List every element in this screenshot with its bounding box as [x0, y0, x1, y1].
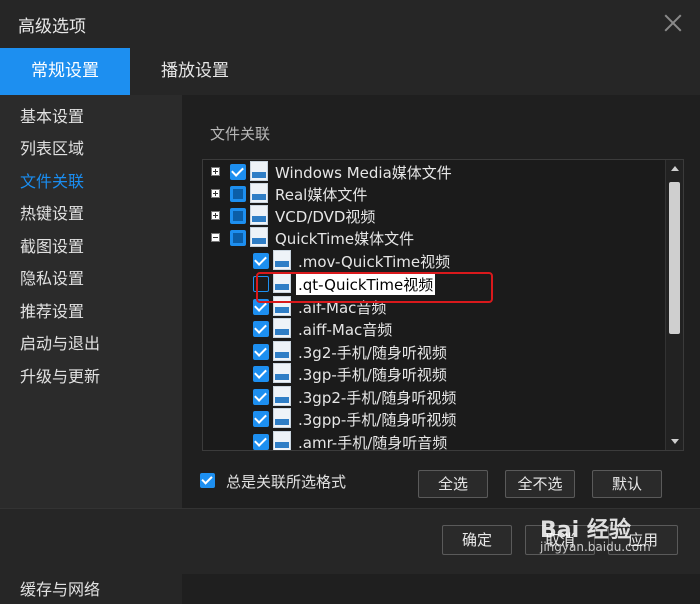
tab-bar: 常规设置 播放设置 [0, 48, 700, 95]
file-type-icon [273, 386, 291, 406]
tree-item-label: Windows Media媒体文件 [275, 164, 452, 182]
expand-icon[interactable] [211, 211, 220, 220]
apply-button[interactable]: 应用 [608, 525, 678, 555]
tree-item-real[interactable]: Real媒体文件 [203, 183, 663, 205]
sidebar-item-startup-exit[interactable]: 启动与退出 [20, 330, 100, 354]
tab-playback-settings[interactable]: 播放设置 [130, 48, 260, 95]
scroll-thumb[interactable] [669, 182, 680, 334]
checkbox[interactable] [253, 434, 269, 450]
sidebar-item-basic[interactable]: 基本设置 [20, 103, 84, 127]
tree-item-qt[interactable]: .qt-QuickTime视频 [203, 273, 663, 295]
tree-item-aiff[interactable]: .aiff-Mac音频 [203, 318, 663, 340]
checkbox[interactable] [253, 344, 269, 360]
checkbox[interactable] [230, 230, 246, 246]
main-panel: 文件关联 Windows Media媒体文件 Real媒体文件 VCD/DVD视… [182, 95, 700, 508]
title-bar: 高级选项 [0, 0, 700, 48]
file-type-icon [250, 161, 268, 181]
tree-item-label: .3gp2-手机/随身听视频 [298, 389, 457, 407]
close-icon[interactable] [662, 12, 684, 34]
tree-item-label: .aif-Mac音频 [298, 299, 387, 317]
tree-item-vcd-dvd[interactable]: VCD/DVD视频 [203, 205, 663, 227]
file-type-icon [250, 205, 268, 225]
tree-item-3gp[interactable]: .3gp-手机/随身听视频 [203, 363, 663, 385]
always-associate-label: 总是关联所选格式 [226, 473, 347, 491]
dialog-footer: 确定 取消 应用 [0, 508, 700, 574]
file-type-icon [273, 431, 291, 450]
tree-item-label: .amr-手机/随身听音频 [298, 434, 448, 451]
tree-item-quicktime[interactable]: QuickTime媒体文件 [203, 227, 663, 249]
checkbox[interactable] [253, 389, 269, 405]
file-type-icon [273, 408, 291, 428]
sidebar-item-recommend[interactable]: 推荐设置 [20, 298, 84, 322]
sidebar-item-upgrade[interactable]: 升级与更新 [20, 363, 100, 387]
tree-item-label: .3gpp-手机/随身听视频 [298, 411, 457, 429]
tree-item-3gp2[interactable]: .3gp2-手机/随身听视频 [203, 386, 663, 408]
tree-item-windows-media[interactable]: Windows Media媒体文件 [203, 161, 663, 183]
tree-item-aif[interactable]: .aif-Mac音频 [203, 296, 663, 318]
file-type-icon [250, 227, 268, 247]
window-title: 高级选项 [18, 17, 86, 37]
file-type-icon [273, 250, 291, 270]
always-associate-checkbox[interactable] [200, 473, 215, 488]
checkbox[interactable] [253, 321, 269, 337]
vertical-scrollbar[interactable] [665, 160, 683, 450]
tree-item-3gpp[interactable]: .3gpp-手机/随身听视频 [203, 408, 663, 430]
checkbox[interactable] [253, 253, 269, 269]
sidebar-item-label: 缓存与网络 [20, 580, 101, 599]
section-title: 文件关联 [210, 125, 271, 143]
ok-button[interactable]: 确定 [442, 525, 512, 555]
tree-item-label: Real媒体文件 [275, 186, 368, 204]
tree-item-label: .qt-QuickTime视频 [296, 274, 436, 295]
cancel-button[interactable]: 取消 [525, 525, 595, 555]
checkbox[interactable] [230, 164, 246, 180]
checkbox[interactable] [253, 366, 269, 382]
sidebar: 基本设置 列表区域 文件关联 热键设置 截图设置 隐私设置 推荐设置 启动与退出… [0, 95, 182, 604]
file-type-icon [273, 318, 291, 338]
expand-icon[interactable] [211, 189, 220, 198]
file-association-tree[interactable]: Windows Media媒体文件 Real媒体文件 VCD/DVD视频 Qui… [202, 159, 684, 451]
tree-item-label: .mov-QuickTime视频 [298, 253, 451, 271]
tree-item-label: .aiff-Mac音频 [298, 321, 393, 339]
sidebar-item-privacy[interactable]: 隐私设置 [20, 265, 84, 289]
tree-item-mov[interactable]: .mov-QuickTime视频 [203, 250, 663, 272]
file-type-icon [250, 183, 268, 203]
checkbox[interactable] [253, 276, 269, 292]
sidebar-item-cache-network[interactable]: 缓存与网络 [0, 569, 182, 604]
checkbox[interactable] [253, 299, 269, 315]
sidebar-item-hotkeys[interactable]: 热键设置 [20, 200, 84, 224]
tree-item-label: VCD/DVD视频 [275, 208, 376, 226]
collapse-icon[interactable] [211, 233, 220, 242]
tree-item-3g2[interactable]: .3g2-手机/随身听视频 [203, 341, 663, 363]
tree-item-label: QuickTime媒体文件 [275, 230, 415, 248]
tree-item-amr[interactable]: .amr-手机/随身听音频 [203, 431, 663, 451]
file-type-icon [273, 296, 291, 316]
scroll-up-icon[interactable] [671, 166, 679, 171]
default-button[interactable]: 默认 [592, 470, 662, 498]
tree-item-label: .3g2-手机/随身听视频 [298, 344, 447, 362]
select-none-button[interactable]: 全不选 [505, 470, 575, 498]
sidebar-item-file-association[interactable]: 文件关联 [20, 168, 84, 192]
file-type-icon [273, 341, 291, 361]
file-type-icon [273, 363, 291, 383]
expand-icon[interactable] [211, 167, 220, 176]
sidebar-item-list-area[interactable]: 列表区域 [20, 135, 84, 159]
checkbox[interactable] [253, 411, 269, 427]
tab-general-settings[interactable]: 常规设置 [0, 48, 130, 95]
tree-item-label: .3gp-手机/随身听视频 [298, 366, 447, 384]
scroll-down-icon[interactable] [671, 439, 679, 444]
file-type-icon [273, 273, 291, 293]
select-all-button[interactable]: 全选 [418, 470, 488, 498]
sidebar-item-screenshot[interactable]: 截图设置 [20, 233, 84, 257]
checkbox[interactable] [230, 208, 246, 224]
checkbox[interactable] [230, 186, 246, 202]
